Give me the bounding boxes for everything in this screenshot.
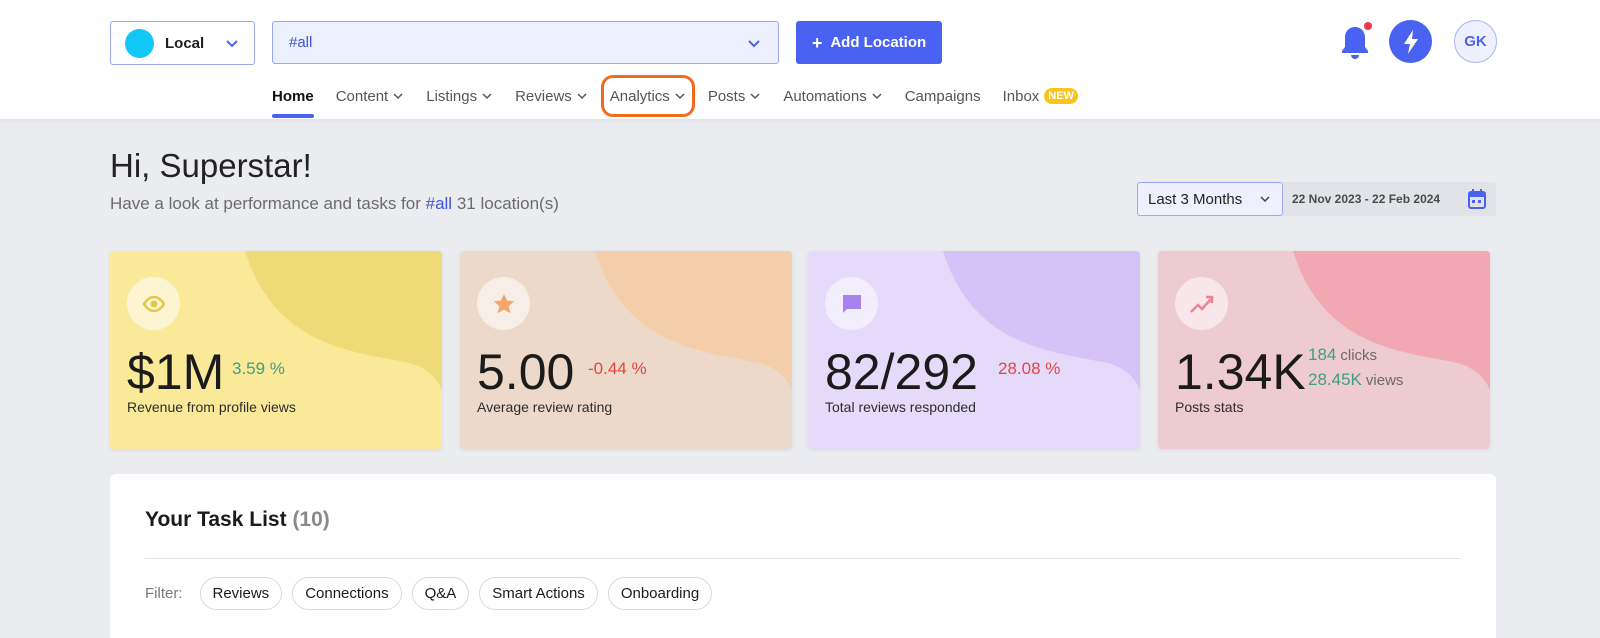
add-location-button[interactable]: + Add Location bbox=[796, 21, 942, 64]
task-list-panel: Your Task List (10) Filter: Reviews Conn… bbox=[110, 474, 1496, 638]
account-label: Local bbox=[165, 34, 205, 52]
nav-listings[interactable]: Listings bbox=[426, 84, 493, 108]
card-caption: Total reviews responded bbox=[825, 399, 976, 415]
nav-analytics[interactable]: Analytics bbox=[600, 75, 695, 117]
notification-dot bbox=[1364, 22, 1372, 30]
nav-home[interactable]: Home bbox=[272, 84, 314, 118]
main-nav: Home Content Listings Reviews Analytics … bbox=[272, 75, 1100, 119]
chevron-down-icon bbox=[675, 93, 685, 100]
trend-icon bbox=[1175, 277, 1228, 330]
divider bbox=[145, 558, 1461, 559]
chevron-down-icon bbox=[482, 93, 492, 100]
lightning-icon bbox=[1403, 29, 1418, 54]
quick-actions-button[interactable] bbox=[1389, 20, 1432, 63]
rating-card[interactable]: 5.00 -0.44 % Average review rating bbox=[460, 251, 792, 449]
chat-icon bbox=[825, 277, 878, 330]
card-change: -0.44 % bbox=[588, 359, 647, 378]
period-select[interactable]: Last 3 Months bbox=[1137, 182, 1283, 216]
page-title: Hi, Superstar! bbox=[110, 147, 312, 184]
user-avatar[interactable]: GK bbox=[1454, 20, 1497, 63]
nav-inbox[interactable]: Inbox NEW bbox=[1003, 84, 1078, 108]
revenue-card[interactable]: $1M 3.59 % Revenue from profile views bbox=[110, 251, 442, 449]
clicks-unit: clicks bbox=[1340, 347, 1378, 364]
views-value: 28.45K bbox=[1308, 370, 1362, 389]
card-caption: Posts stats bbox=[1175, 399, 1244, 415]
card-value: $1M bbox=[127, 344, 225, 400]
card-value: 82/292 bbox=[825, 344, 978, 400]
task-filter-bar: Filter: Reviews Connections Q&A Smart Ac… bbox=[145, 577, 713, 610]
views-unit: views bbox=[1365, 372, 1404, 389]
account-dot-icon bbox=[125, 28, 154, 58]
account-switcher[interactable]: Local bbox=[110, 21, 255, 65]
star-icon bbox=[477, 277, 530, 330]
location-selector[interactable]: #all bbox=[272, 21, 779, 64]
date-range-picker[interactable]: 22 Nov 2023 - 22 Feb 2024 bbox=[1283, 182, 1496, 216]
page-subtitle: Have a look at performance and tasks for… bbox=[110, 194, 559, 213]
card-change: 28.08 % bbox=[998, 359, 1061, 378]
filter-chip-onboarding[interactable]: Onboarding bbox=[607, 577, 713, 610]
nav-campaigns[interactable]: Campaigns bbox=[905, 84, 981, 108]
top-bar: Local #all + Add Location GK Home Conten… bbox=[0, 0, 1600, 119]
period-select-value: Last 3 Months bbox=[1148, 190, 1243, 208]
chevron-down-icon bbox=[750, 93, 760, 100]
nav-content[interactable]: Content bbox=[336, 84, 405, 108]
chevron-down-icon bbox=[226, 40, 238, 48]
plus-icon: + bbox=[811, 32, 823, 53]
filter-chip-smart-actions[interactable]: Smart Actions bbox=[479, 577, 598, 610]
views-stat: 28.45K views bbox=[1308, 370, 1403, 390]
nav-posts[interactable]: Posts bbox=[708, 84, 762, 108]
add-location-label: Add Location bbox=[830, 34, 927, 51]
nav-reviews[interactable]: Reviews bbox=[515, 84, 588, 108]
filter-label: Filter: bbox=[145, 585, 183, 602]
new-badge: NEW bbox=[1044, 88, 1078, 104]
card-caption: Revenue from profile views bbox=[127, 399, 296, 415]
card-value: 5.00 bbox=[477, 344, 575, 400]
filter-chip-qa[interactable]: Q&A bbox=[411, 577, 470, 610]
clicks-value: 184 bbox=[1308, 345, 1337, 364]
clicks-stat: 184 clicks bbox=[1308, 345, 1377, 365]
calendar-icon bbox=[1468, 189, 1486, 209]
chevron-down-icon bbox=[748, 39, 760, 47]
eye-icon bbox=[127, 277, 180, 330]
reviews-responded-card[interactable]: 82/292 28.08 % Total reviews responded bbox=[808, 251, 1140, 449]
date-range-text: 22 Nov 2023 - 22 Feb 2024 bbox=[1292, 192, 1441, 206]
chevron-down-icon bbox=[872, 93, 882, 100]
chevron-down-icon bbox=[393, 93, 403, 100]
location-selector-value: #all bbox=[289, 34, 313, 51]
task-count: (10) bbox=[292, 508, 330, 531]
filter-chip-reviews[interactable]: Reviews bbox=[199, 577, 283, 610]
task-list-title: Your Task List (10) bbox=[145, 508, 330, 531]
notifications-bell-icon[interactable] bbox=[1338, 22, 1372, 62]
nav-automations[interactable]: Automations bbox=[783, 84, 882, 108]
posts-stats-card[interactable]: 1.34K 184 clicks 28.45K views Posts stats bbox=[1158, 251, 1490, 449]
location-tag-link[interactable]: #all bbox=[426, 194, 452, 213]
chevron-down-icon bbox=[1260, 196, 1270, 203]
chevron-down-icon bbox=[577, 93, 587, 100]
filter-chip-connections[interactable]: Connections bbox=[292, 577, 402, 610]
card-caption: Average review rating bbox=[477, 399, 613, 415]
card-change: 3.59 % bbox=[232, 359, 285, 378]
card-value: 1.34K bbox=[1175, 344, 1306, 400]
